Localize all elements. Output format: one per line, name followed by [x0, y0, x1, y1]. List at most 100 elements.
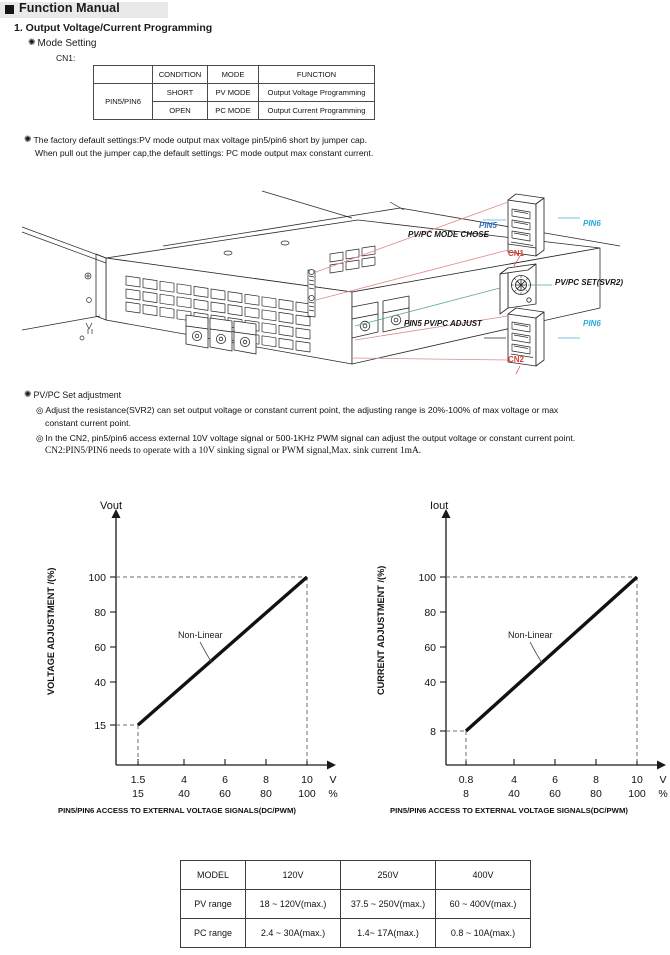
- y-tick-80: 80: [94, 607, 106, 619]
- mode-setting-table: CONDITION MODE FUNCTION PIN5/PIN6 SHORT …: [93, 65, 375, 120]
- x-tick-top-2: 6: [552, 774, 558, 786]
- table-row: PC range 2.4 ~ 30A(max.) 1.4~ 17A(max.) …: [180, 918, 531, 948]
- document-page: Function Manual 1. Output Voltage/Curren…: [0, 0, 670, 955]
- circle-bullet-icon: ◎: [36, 405, 44, 415]
- cell-pv-400v: 60 ~ 400V(max.): [435, 889, 531, 919]
- y-tick-60: 60: [94, 642, 106, 654]
- chart-title: Vout: [100, 500, 122, 512]
- x-tick-bot-0: 8: [463, 788, 469, 800]
- factory-note-line2: When pull out the jumper cap,the default…: [35, 148, 374, 158]
- x-tick-top-0: 0.8: [459, 774, 474, 786]
- bullet-square-icon: [5, 5, 14, 14]
- y-tick-40: 40: [424, 677, 436, 689]
- y-tick-40: 40: [94, 677, 106, 689]
- section-title: 1. Output Voltage/Current Programming: [14, 22, 213, 34]
- table-header-row: CONDITION MODE FUNCTION: [93, 65, 375, 84]
- x-tick-top-1: 4: [181, 774, 187, 786]
- x-tick-bot-3: 80: [590, 788, 602, 800]
- header-cell-blank: [93, 65, 153, 84]
- header-cell-250v: 250V: [340, 860, 436, 890]
- row-label-pc-range: PC range: [180, 918, 246, 948]
- table-row: PIN5/PIN6 SHORT PV MODE Output Voltage P…: [93, 83, 375, 120]
- x-tick-bot-1: 40: [508, 788, 520, 800]
- x-tick-top-3: 8: [263, 774, 269, 786]
- x-tick-top-0: 1.5: [131, 774, 146, 786]
- x-tick-top-3: 8: [593, 774, 599, 786]
- factory-default-note: ✺ The factory default settings:PV mode ou…: [24, 134, 524, 160]
- callout-pin6-bottom: PIN6: [583, 319, 601, 328]
- chart-title: Iout: [430, 500, 448, 512]
- adjustment-bullet-2: ◎ In the CN2, pin5/pin6 access external 1…: [36, 432, 668, 457]
- x-unit-pct: %: [658, 788, 667, 800]
- callout-mode-chose: PV/PC MODE CHOSE: [408, 230, 489, 239]
- callout-cn2: CN2: [508, 355, 525, 364]
- cell-pc-250v: 1.4~ 17A(max.): [340, 918, 436, 948]
- mode-setting-label: Mode Setting: [37, 38, 97, 49]
- x-tick-bot-1: 40: [178, 788, 190, 800]
- cell-condition-open: OPEN: [152, 101, 208, 120]
- factory-note-line1: The factory default settings:PV mode out…: [33, 135, 367, 145]
- chart-voltage-adjustment: Non-Linear VOLTAGE ADJUSTMENT /(%) Vout …: [46, 500, 338, 800]
- x-unit-v: V: [329, 774, 336, 786]
- bullet2-line1: In the CN2, pin5/pin6 access external 10…: [45, 433, 576, 443]
- circle-bullet-icon: ◎: [36, 433, 44, 443]
- callout-pin5-top: PIN5: [479, 221, 497, 230]
- header-cell-mode: MODE: [207, 65, 259, 84]
- annotation-non-linear: Non-Linear: [178, 630, 223, 640]
- table-header-row: MODEL 120V 250V 400V: [180, 860, 531, 890]
- x-tick-bot-0: 15: [132, 788, 144, 800]
- pv-pc-adjustment-heading: ✺ PV/PC Set adjustment: [24, 389, 122, 401]
- page-title: Function Manual: [19, 1, 120, 15]
- x-tick-bot-4: 100: [298, 788, 316, 800]
- y-tick-100: 100: [88, 572, 106, 584]
- x-tick-bot-4: 100: [628, 788, 646, 800]
- header-cell-condition: CONDITION: [152, 65, 208, 84]
- adjustment-bullet-1: ◎ Adjust the resistance(SVR2) can set out…: [36, 404, 662, 429]
- x-tick-top-4: 10: [631, 774, 643, 786]
- data-line: [464, 575, 639, 733]
- cn1-connector-illustration: [507, 193, 545, 257]
- x-axis-arrow-icon: [327, 760, 336, 770]
- chart-caption-left: PIN5/PIN6 ACCESS TO EXTERNAL VOLTAGE SIG…: [58, 806, 296, 815]
- cell-condition-short: SHORT: [152, 83, 208, 102]
- cell-pc-120v: 2.4 ~ 30A(max.): [245, 918, 341, 948]
- table-row: PV range 18 ~ 120V(max.) 37.5 ~ 250V(max…: [180, 889, 531, 919]
- header-cell-120v: 120V: [245, 860, 341, 890]
- chart-caption-right: PIN5/PIN6 ACCESS TO EXTERNAL VOLTAGE SIG…: [390, 806, 628, 815]
- sun-bullet-icon: ✺: [28, 37, 36, 47]
- data-line: [136, 575, 309, 727]
- callout-svr2: PV/PC SET(SVR2): [555, 278, 624, 287]
- x-unit-pct: %: [328, 788, 337, 800]
- cell-pv-120v: 18 ~ 120V(max.): [245, 889, 341, 919]
- x-tick-bot-2: 60: [219, 788, 231, 800]
- sun-bullet-icon: ✺: [24, 389, 32, 399]
- y-tick-min: 8: [430, 726, 436, 738]
- cell-mode-pv: PV MODE: [207, 83, 259, 102]
- y-tick-100: 100: [418, 572, 436, 584]
- cell-pc-400v: 0.8 ~ 10A(max.): [435, 918, 531, 948]
- adjustment-heading-label: PV/PC Set adjustment: [33, 390, 122, 400]
- cell-mode-pc: PC MODE: [207, 101, 259, 120]
- sun-bullet-icon: ✺: [24, 134, 32, 144]
- y-axis-label: CURRENT ADJUSTMENT /(%): [376, 566, 386, 695]
- y-tick-60: 60: [424, 642, 436, 654]
- row-label-pv-range: PV range: [180, 889, 246, 919]
- cell-pv-250v: 37.5 ~ 250V(max.): [340, 889, 436, 919]
- y-tick-min: 15: [94, 720, 106, 732]
- y-tick-80: 80: [424, 607, 436, 619]
- bullet1-line1: Adjust the resistance(SVR2) can set outp…: [45, 405, 559, 415]
- callout-cn1: CN1: [508, 249, 525, 258]
- cell-function-current: Output Current Programming: [258, 101, 375, 120]
- y-axis-label: VOLTAGE ADJUSTMENT /(%): [46, 568, 56, 695]
- bullet2-line2: CN2:PIN5/PIN6 needs to operate with a 10…: [45, 445, 422, 456]
- cn1-caption: CN1:: [56, 53, 76, 63]
- x-axis-arrow-icon: [657, 760, 666, 770]
- x-tick-top-1: 4: [511, 774, 517, 786]
- header-cell-model: MODEL: [180, 860, 246, 890]
- annotation-leader-line: [199, 641, 213, 664]
- callout-pin6-top: PIN6: [583, 219, 601, 228]
- row-label-pin5-pin6: PIN5/PIN6: [93, 83, 153, 120]
- header-cell-400v: 400V: [435, 860, 531, 890]
- x-unit-v: V: [659, 774, 666, 786]
- x-tick-bot-3: 80: [260, 788, 272, 800]
